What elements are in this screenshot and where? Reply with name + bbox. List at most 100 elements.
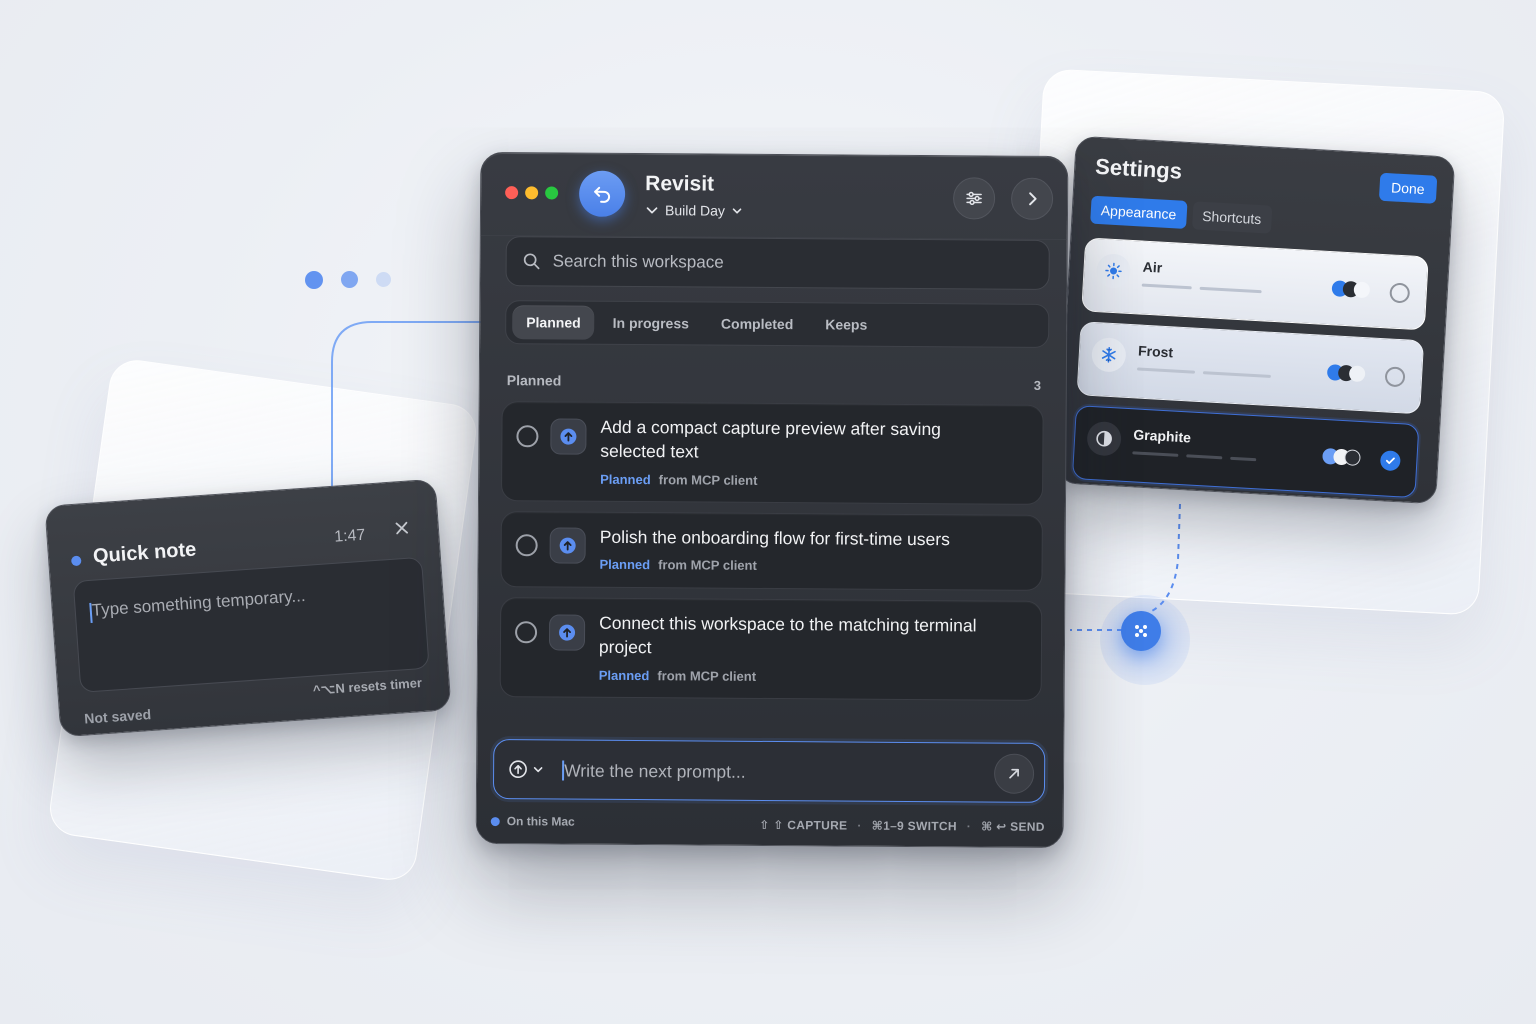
quick-note-title: Quick note	[92, 538, 197, 568]
theme-radio-graphite[interactable]	[1379, 450, 1401, 472]
search-icon	[523, 253, 540, 270]
shortcut-capture: ⇧ ⇧ CAPTURE	[759, 817, 848, 833]
task-item[interactable]: Connect this workspace to the matching t…	[499, 597, 1043, 701]
arrow-up-right-icon	[1009, 768, 1019, 779]
prompt-composer[interactable]	[492, 739, 1046, 803]
status-tabs: Planned In progress Completed Keeps	[505, 300, 1050, 348]
workspace-name: Build Day	[664, 202, 725, 219]
tab-shortcuts[interactable]: Shortcuts	[1191, 201, 1273, 234]
task-title: Connect this workspace to the matching t…	[598, 612, 977, 658]
settings-tabs: Appearance Shortcuts	[1090, 195, 1273, 234]
sun-icon	[1095, 253, 1132, 289]
task-checkbox[interactable]	[516, 425, 539, 448]
task-status: Planned	[599, 556, 651, 573]
decorative-dot	[305, 271, 323, 289]
back-button[interactable]	[578, 170, 626, 217]
shortcut-send: ⌘ ↩ SEND	[981, 819, 1045, 834]
quick-note-window: Quick note 1:47 Not saved ^⌥N resets tim…	[44, 478, 452, 738]
separator: ·	[966, 819, 972, 834]
integration-hub-icon	[1121, 611, 1161, 651]
connector-line-left	[331, 321, 485, 497]
task-checkbox[interactable]	[514, 621, 538, 644]
theme-name: Air	[1142, 258, 1163, 276]
decorative-dot	[376, 272, 391, 287]
quick-note-shortcut-hint: ^⌥N resets timer	[312, 675, 423, 698]
task-status: Planned	[600, 471, 651, 488]
sliders-icon	[966, 191, 982, 206]
upload-cloud-icon	[550, 418, 587, 455]
theme-option-air[interactable]: Air	[1081, 237, 1429, 331]
theme-color-swatch	[1331, 280, 1372, 299]
task-item[interactable]: Add a compact capture preview after savi…	[500, 401, 1044, 505]
snowflake-icon	[1090, 336, 1127, 373]
task-status: Planned	[598, 667, 650, 684]
upload-cloud-icon	[549, 527, 586, 564]
status-indicator-dot	[490, 817, 500, 827]
quick-note-text-area[interactable]	[72, 556, 430, 693]
workspace-selector[interactable]: Build Day	[645, 202, 743, 219]
search-bar[interactable]	[505, 236, 1050, 290]
separator: ·	[857, 818, 862, 833]
task-meta: Planned from MCP client	[600, 472, 757, 488]
window-close-button[interactable]	[505, 186, 519, 200]
tab-in-progress[interactable]: In progress	[599, 306, 703, 341]
checkmark-icon	[1385, 457, 1395, 465]
capture-mode-selector[interactable]	[508, 759, 544, 779]
app-title: Revisit	[645, 172, 715, 196]
shortcut-hints: ⇧ ⇧ CAPTURE · ⌘1–9 SWITCH · ⌘ ↩ SEND	[759, 818, 1045, 834]
status-bar: On this Mac ⇧ ⇧ CAPTURE · ⌘1–9 SWITCH · …	[490, 813, 1045, 837]
task-source: from MCP client	[658, 472, 758, 488]
window-zoom-button[interactable]	[545, 186, 559, 200]
task-checkbox[interactable]	[515, 534, 538, 557]
theme-radio-frost[interactable]	[1384, 366, 1406, 388]
theme-radio-air[interactable]	[1389, 282, 1411, 304]
task-source: from MCP client	[658, 557, 757, 573]
tab-completed[interactable]: Completed	[707, 307, 808, 342]
decorative-dot	[341, 271, 358, 288]
task-item[interactable]: Polish the onboarding flow for first-tim…	[500, 511, 1043, 591]
settings-window: Settings Done Appearance Shortcuts Air F…	[1056, 135, 1456, 505]
settings-title: Settings	[1094, 153, 1183, 184]
upload-cloud-icon	[548, 614, 586, 651]
close-icon[interactable]	[393, 520, 410, 542]
quick-note-save-status: Not saved	[83, 706, 152, 727]
theme-preview-lines	[1136, 367, 1271, 378]
send-button[interactable]	[993, 753, 1035, 794]
upload-circle-icon	[509, 760, 527, 779]
tab-appearance[interactable]: Appearance	[1090, 195, 1188, 229]
theme-option-graphite[interactable]: Graphite	[1071, 405, 1420, 499]
theme-option-frost[interactable]: Frost	[1076, 321, 1425, 415]
theme-preview-lines	[1132, 451, 1257, 462]
next-button[interactable]	[1010, 177, 1054, 220]
half-circle-contrast-icon	[1086, 420, 1123, 457]
chevron-down-icon	[732, 208, 742, 214]
chevron-down-icon	[533, 767, 543, 773]
task-meta: Planned from MCP client	[599, 668, 756, 684]
search-input[interactable]	[552, 251, 1013, 275]
task-meta: Planned from MCP client	[599, 557, 756, 573]
task-title: Add a compact capture preview after savi…	[600, 416, 942, 462]
filter-button[interactable]	[952, 177, 996, 220]
task-title: Polish the onboarding flow for first-tim…	[599, 526, 950, 550]
theme-name: Frost	[1137, 342, 1174, 361]
section-count: 3	[1033, 377, 1042, 393]
quick-note-indicator-dot	[70, 555, 82, 567]
theme-name: Graphite	[1132, 426, 1192, 446]
storage-location: On this Mac	[506, 814, 575, 829]
quick-note-input[interactable]	[91, 578, 416, 681]
theme-color-swatch	[1326, 364, 1368, 383]
done-button[interactable]: Done	[1378, 172, 1438, 204]
task-source: from MCP client	[657, 668, 757, 684]
undo-arrow-icon	[594, 186, 611, 203]
theme-color-swatch	[1322, 447, 1363, 467]
main-window: Revisit Build Day Planned In progress Co…	[475, 151, 1069, 849]
chevron-down-icon	[646, 207, 658, 214]
chevron-right-icon	[1029, 192, 1037, 206]
tab-keeps[interactable]: Keeps	[811, 307, 881, 341]
tab-planned[interactable]: Planned	[512, 305, 595, 340]
window-minimize-button[interactable]	[525, 186, 539, 200]
quick-note-timer: 1:47	[333, 526, 366, 546]
prompt-input[interactable]	[564, 756, 965, 788]
section-heading: Planned	[506, 372, 562, 389]
theme-preview-lines	[1141, 283, 1262, 294]
